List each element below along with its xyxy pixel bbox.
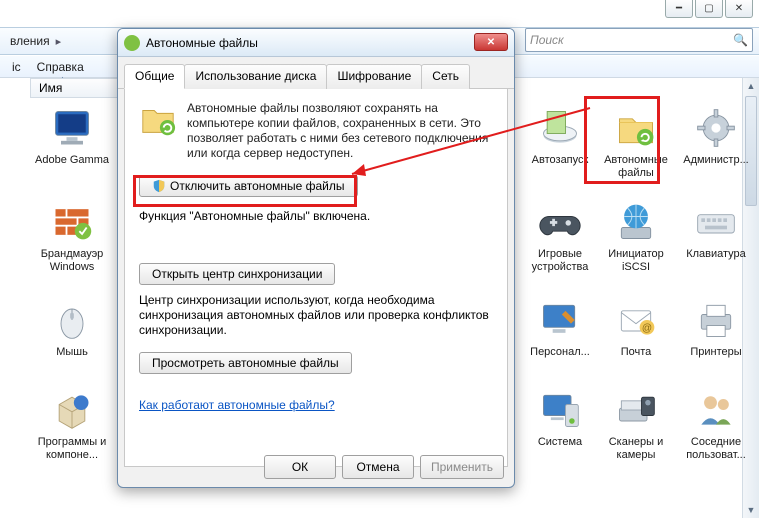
item-adobe-gamma[interactable]: Adobe Gamma <box>32 104 112 167</box>
autorun-icon <box>536 104 584 152</box>
item-printers[interactable]: Принтеры <box>676 296 756 359</box>
system-icon <box>536 386 584 434</box>
item-keyboard[interactable]: Клавиатура <box>676 198 756 261</box>
item-scanners[interactable]: Сканеры и камеры <box>596 386 676 462</box>
tab-panel-general: Автономные файлы позволяют сохранять на … <box>124 89 508 467</box>
item-label: Мышь <box>32 346 112 359</box>
tab-encryption[interactable]: Шифрование <box>326 64 422 89</box>
keyboard-icon <box>692 198 740 246</box>
open-sync-center-button[interactable]: Открыть центр синхронизации <box>139 263 335 285</box>
item-label: Система <box>520 436 600 449</box>
item-label: Почта <box>596 346 676 359</box>
svg-text:@: @ <box>642 323 652 334</box>
breadcrumb-fragment[interactable]: вления <box>4 34 56 48</box>
highlight-box-icon <box>584 96 660 184</box>
chevron-down-icon[interactable]: ▸ <box>56 35 62 48</box>
highlight-box-button <box>133 175 357 207</box>
item-admin[interactable]: Администр... <box>676 104 756 167</box>
printer-icon <box>692 296 740 344</box>
item-label: Персонал... <box>520 346 600 359</box>
scanner-icon <box>612 386 660 434</box>
dialog-button-row: ОК Отмена Применить <box>264 455 504 479</box>
minimize-button[interactable]: ━ <box>665 0 693 18</box>
tab-network[interactable]: Сеть <box>421 64 470 89</box>
offline-files-dialog: Автономные файлы ✕ Общие Использование д… <box>117 28 515 488</box>
item-label: Брандмауэр Windows <box>32 248 112 274</box>
button-label: Открыть центр синхронизации <box>152 267 322 281</box>
users-icon <box>692 386 740 434</box>
window-controls: ━ ▢ ✕ <box>665 0 753 18</box>
item-label: Игровые устройства <box>520 248 600 274</box>
sync-description: Центр синхронизации используют, когда не… <box>139 293 493 338</box>
monitor-icon <box>48 104 96 152</box>
item-label: Клавиатура <box>676 248 756 261</box>
item-label: Программы и компоне... <box>32 436 112 462</box>
menu-item-other[interactable]: іс <box>4 60 29 74</box>
search-placeholder: Поиск <box>530 33 564 47</box>
box-icon <box>48 386 96 434</box>
tab-strip: Общие Использование диска Шифрование Сет… <box>118 57 514 89</box>
column-header-name[interactable]: Имя <box>30 78 120 98</box>
gear-icon <box>692 104 740 152</box>
mail-icon: @ <box>612 296 660 344</box>
gamepad-icon <box>536 198 584 246</box>
description-text: Автономные файлы позволяют сохранять на … <box>187 101 493 161</box>
tab-general[interactable]: Общие <box>124 64 185 89</box>
folder-sync-icon <box>139 101 177 139</box>
item-neighbors[interactable]: Соседние пользоват... <box>676 386 756 462</box>
item-label: Adobe Gamma <box>32 154 112 167</box>
scroll-down-icon[interactable]: ▼ <box>743 502 759 518</box>
tab-disk-usage[interactable]: Использование диска <box>184 64 327 89</box>
item-label: Принтеры <box>676 346 756 359</box>
search-icon: 🔍 <box>733 33 748 47</box>
sync-icon <box>124 35 140 51</box>
dialog-titlebar[interactable]: Автономные файлы ✕ <box>118 29 514 57</box>
monitor-paint-icon <box>536 296 584 344</box>
maximize-button[interactable]: ▢ <box>695 0 723 18</box>
item-firewall[interactable]: Брандмауэр Windows <box>32 198 112 274</box>
item-iscsi[interactable]: Инициатор iSCSI <box>596 198 676 274</box>
item-label: Сканеры и камеры <box>596 436 676 462</box>
item-mail[interactable]: @ Почта <box>596 296 676 359</box>
view-offline-files-button[interactable]: Просмотреть автономные файлы <box>139 352 352 374</box>
item-programs[interactable]: Программы и компоне... <box>32 386 112 462</box>
globe-drive-icon <box>612 198 660 246</box>
dialog-title: Автономные файлы <box>146 36 258 50</box>
item-mouse[interactable]: Мышь <box>32 296 112 359</box>
mouse-icon <box>48 296 96 344</box>
item-personalization[interactable]: Персонал... <box>520 296 600 359</box>
item-label: Администр... <box>676 154 756 167</box>
menu-item-help[interactable]: Справка <box>29 60 92 74</box>
search-input[interactable]: Поиск 🔍 <box>525 28 753 52</box>
item-games[interactable]: Игровые устройства <box>520 198 600 274</box>
ok-button[interactable]: ОК <box>264 455 336 479</box>
help-link[interactable]: Как работают автономные файлы? <box>139 398 335 412</box>
item-label: Инициатор iSCSI <box>596 248 676 274</box>
item-system[interactable]: Система <box>520 386 600 449</box>
button-label: Просмотреть автономные файлы <box>152 356 339 370</box>
item-label: Соседние пользоват... <box>676 436 756 462</box>
close-button[interactable]: ✕ <box>474 33 508 51</box>
apply-button[interactable]: Применить <box>420 455 504 479</box>
wclose-button[interactable]: ✕ <box>725 0 753 18</box>
status-text: Функция "Автономные файлы" включена. <box>139 209 493 223</box>
cancel-button[interactable]: Отмена <box>342 455 414 479</box>
scroll-up-icon[interactable]: ▲ <box>743 78 759 94</box>
firewall-icon <box>48 198 96 246</box>
